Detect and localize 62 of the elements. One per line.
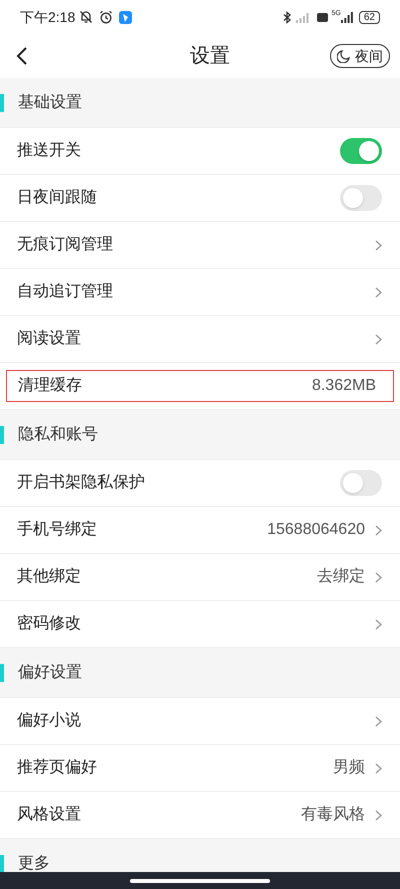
row-label: 其他绑定 (17, 566, 82, 587)
app-icon (119, 10, 132, 24)
section-marker (0, 854, 4, 872)
row-label: 偏好小说 (17, 710, 82, 731)
chevron-icon (375, 618, 382, 630)
row-label: 推送开关 (17, 140, 82, 161)
settings-row[interactable]: 推荐页偏好 男频 (0, 745, 400, 791)
settings-row[interactable]: 风格设置 有毒风格 (0, 792, 400, 838)
settings-row[interactable]: 推送开关 (0, 128, 400, 174)
row-label: 风格设置 (17, 805, 82, 825)
moon-icon (337, 49, 351, 63)
row-value: 有毒风格 (301, 804, 365, 825)
bell-off-icon (79, 10, 94, 24)
section-marker (0, 94, 4, 112)
chevron-icon (375, 762, 382, 774)
battery-indicator: 62 (358, 10, 380, 24)
settings-row[interactable]: 开启书架隐私保护 (0, 460, 400, 506)
section-marker (0, 426, 4, 444)
row-label: 密码修改 (17, 614, 82, 634)
section-title: 隐私和账号 (18, 424, 98, 444)
row-label: 自动追订管理 (17, 282, 114, 302)
settings-row[interactable]: 清理缓存 8.362MB (6, 370, 394, 402)
status-time: 下午2:18 (20, 8, 76, 26)
row-label: 无痕订阅管理 (17, 234, 114, 255)
settings-row[interactable]: 偏好小说 (0, 698, 400, 744)
chevron-icon (375, 716, 382, 726)
settings-row[interactable]: 密码修改 (0, 601, 400, 647)
settings-row[interactable]: 其他绑定 去绑定 (0, 554, 400, 600)
signal-icon (340, 12, 353, 22)
chevron-icon (375, 240, 382, 250)
toggle-switch[interactable] (340, 470, 382, 496)
toggle-switch[interactable] (340, 138, 382, 164)
chevron-icon (375, 524, 382, 536)
chevron-icon (375, 572, 382, 582)
section-title: 基础设置 (18, 92, 82, 112)
page-title: 设置 (190, 44, 230, 69)
settings-row[interactable]: 手机号绑定 15688064620 (0, 507, 400, 553)
row-label: 阅读设置 (17, 328, 82, 349)
row-label: 手机号绑定 (17, 520, 98, 540)
settings-row[interactable]: 自动追订管理 (0, 269, 400, 315)
chevron-icon (375, 334, 382, 344)
alarm-icon (99, 10, 114, 24)
section-title: 偏好设置 (18, 662, 82, 682)
row-label: 推荐页偏好 (17, 758, 98, 778)
night-mode-button[interactable]: 夜间 (330, 44, 390, 68)
section-title: 更多 (18, 854, 50, 872)
toggle-switch[interactable] (340, 185, 382, 211)
settings-row[interactable]: 日夜间跟随 (0, 175, 400, 221)
home-indicator[interactable] (130, 878, 270, 882)
row-value: 去绑定 (317, 566, 365, 587)
row-value: 男频 (333, 758, 365, 778)
row-value: 8.362MB (312, 376, 376, 396)
row-value: 15688064620 (267, 520, 365, 540)
row-label: 日夜间跟随 (17, 188, 98, 208)
row-label: 清理缓存 (18, 376, 83, 396)
bluetooth-icon (282, 10, 292, 24)
section-marker (0, 664, 4, 682)
settings-row[interactable]: 阅读设置 (0, 316, 400, 362)
row-label: 开启书架隐私保护 (17, 472, 146, 493)
chevron-icon (375, 810, 382, 820)
chevron-icon (375, 286, 382, 298)
settings-row[interactable]: 无痕订阅管理 (0, 222, 400, 268)
